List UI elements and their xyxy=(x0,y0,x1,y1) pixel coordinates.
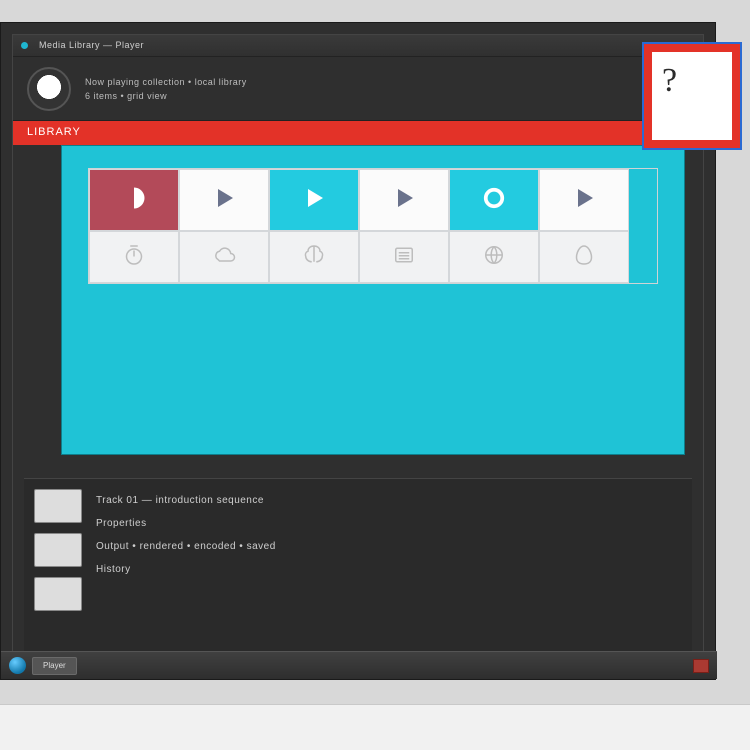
panel-line-1[interactable]: Track 01 — introduction sequence xyxy=(92,489,692,512)
section-bar: LIBRARY xyxy=(13,121,703,145)
window-title: Media Library — Player xyxy=(39,40,144,50)
cloud-icon xyxy=(209,240,239,275)
header-text: Now playing collection • local library 6… xyxy=(85,75,247,103)
opt-2[interactable] xyxy=(179,231,269,283)
avatar-icon[interactable] xyxy=(27,67,71,111)
brain-icon xyxy=(299,240,329,275)
item-4[interactable] xyxy=(359,169,449,231)
half-icon xyxy=(119,183,149,218)
item-2[interactable] xyxy=(179,169,269,231)
thumb-3[interactable] xyxy=(34,577,82,611)
thumb-column xyxy=(24,479,92,656)
panel-line-3[interactable]: Output • rendered • encoded • saved xyxy=(92,535,692,558)
taskbar-app-button[interactable]: Player xyxy=(32,657,77,675)
panel-list: Track 01 — introduction sequenceProperti… xyxy=(92,479,692,656)
timer-icon xyxy=(119,240,149,275)
status-dot-icon xyxy=(21,42,28,49)
help-glyph: ? xyxy=(662,62,677,100)
panel-line-2[interactable]: Properties xyxy=(92,512,692,535)
play-icon xyxy=(209,183,239,218)
play-icon xyxy=(299,183,329,218)
title-bar[interactable]: Media Library — Player xyxy=(13,35,703,57)
tile-grid xyxy=(88,168,658,284)
app-inner: Media Library — Player Now playing colle… xyxy=(12,34,704,668)
desk-surface xyxy=(0,704,750,750)
item-1[interactable] xyxy=(89,169,179,231)
opt-3[interactable] xyxy=(269,231,359,283)
taskbar[interactable]: Player xyxy=(1,651,717,679)
item-5[interactable] xyxy=(449,169,539,231)
help-callout[interactable]: ? xyxy=(644,44,740,148)
play-icon xyxy=(569,183,599,218)
thumb-2[interactable] xyxy=(34,533,82,567)
item-3[interactable] xyxy=(269,169,359,231)
app-window: Media Library — Player Now playing colle… xyxy=(0,22,716,680)
opt-6[interactable] xyxy=(539,231,629,283)
header-line-1: Now playing collection • local library xyxy=(85,75,247,89)
stage xyxy=(61,145,685,455)
list-icon xyxy=(389,240,419,275)
thumb-1[interactable] xyxy=(34,489,82,523)
globe-icon xyxy=(479,240,509,275)
opt-4[interactable] xyxy=(359,231,449,283)
section-label: LIBRARY xyxy=(27,126,81,138)
header: Now playing collection • local library 6… xyxy=(13,57,703,121)
panel-line-4[interactable]: History xyxy=(92,558,692,581)
opt-5[interactable] xyxy=(449,231,539,283)
egg-icon xyxy=(569,240,599,275)
item-6[interactable] xyxy=(539,169,629,231)
opt-1[interactable] xyxy=(89,231,179,283)
tray-icon[interactable] xyxy=(693,659,709,673)
bottom-panel: Track 01 — introduction sequenceProperti… xyxy=(24,478,692,656)
ring-icon xyxy=(479,183,509,218)
header-line-2: 6 items • grid view xyxy=(85,89,247,103)
play-icon xyxy=(389,183,419,218)
start-orb-icon[interactable] xyxy=(9,657,26,674)
